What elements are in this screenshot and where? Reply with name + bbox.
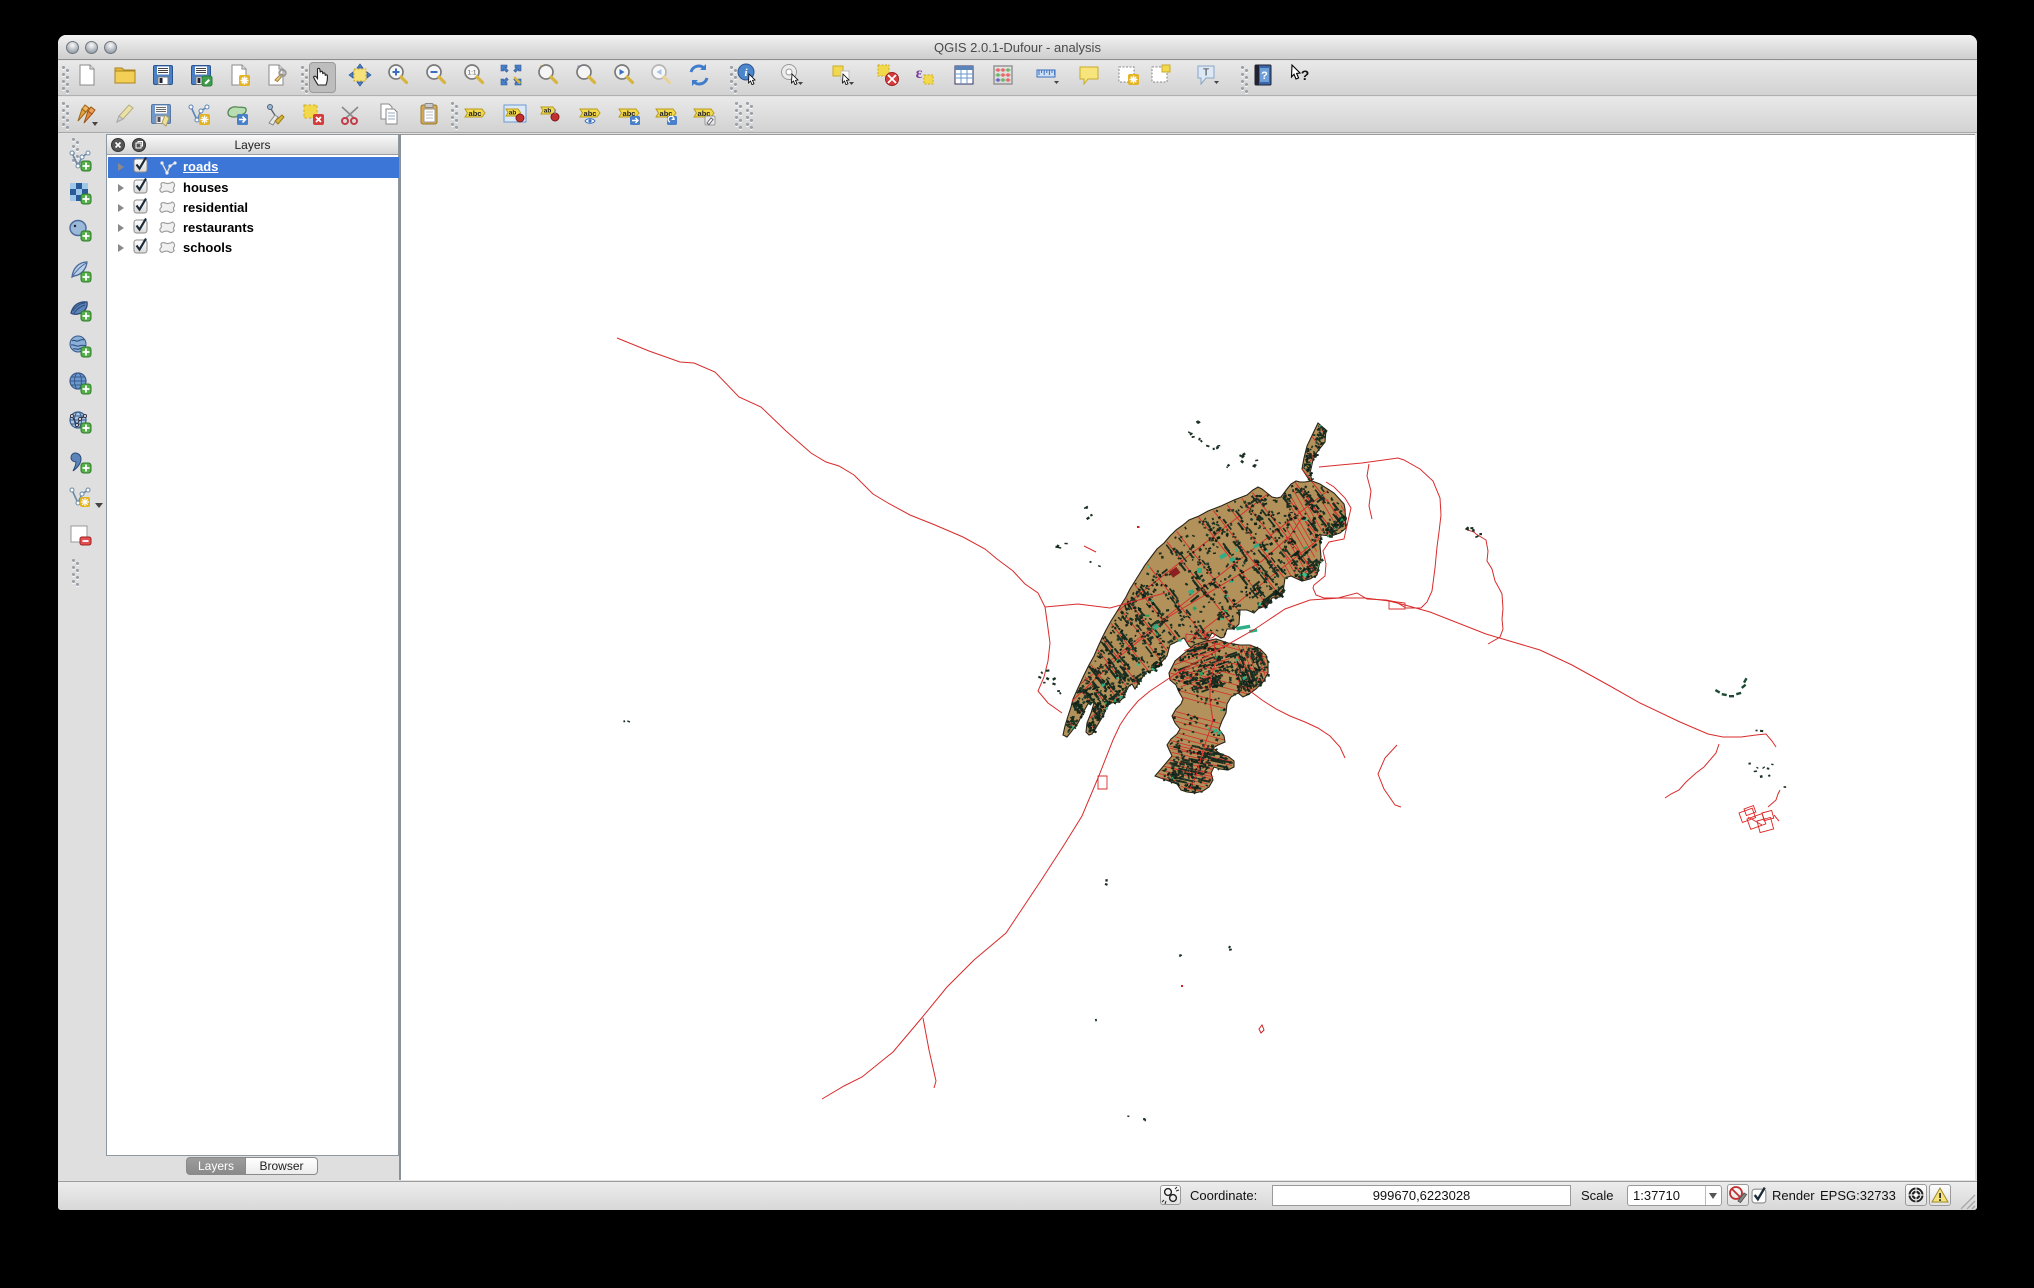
svg-text:T: T: [1203, 68, 1209, 79]
svg-text:abc: abc: [469, 109, 482, 118]
svg-text:ε: ε: [916, 65, 923, 82]
svg-text:abc: abc: [584, 109, 597, 118]
svg-text:ab: ab: [509, 110, 517, 117]
svg-text:ab: ab: [544, 108, 552, 115]
svg-text:?: ?: [1301, 67, 1310, 83]
svg-text:1:1: 1:1: [467, 70, 476, 77]
svg-text:?: ?: [1261, 70, 1268, 82]
